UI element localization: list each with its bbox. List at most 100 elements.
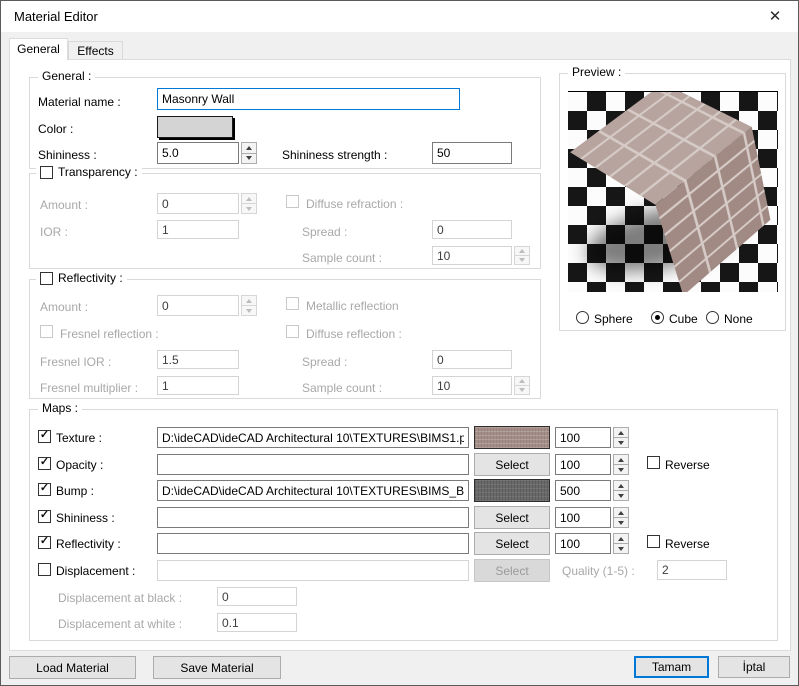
transparency-spread-input — [432, 220, 512, 239]
reflectivity-map-amount-spinner[interactable] — [613, 533, 629, 554]
radio-none[interactable] — [706, 311, 719, 324]
radio-sphere-label: Sphere — [594, 312, 633, 326]
color-swatch-button[interactable] — [157, 116, 233, 138]
shininess-map-label: Shininess : — [56, 511, 115, 525]
bump-amount-spinner[interactable] — [613, 480, 629, 501]
displacement-select-button: Select — [474, 559, 550, 582]
radio-none-label: None — [724, 312, 753, 326]
texture-path-input[interactable] — [157, 427, 469, 448]
spin-up-icon[interactable] — [613, 480, 629, 491]
shininess-map-checkbox[interactable]: ✓ — [38, 510, 51, 523]
reflectivity-checkbox[interactable] — [40, 272, 53, 285]
ok-button[interactable]: Tamam — [634, 656, 709, 678]
spin-up-icon[interactable] — [613, 533, 629, 544]
spin-down-icon[interactable] — [613, 491, 629, 501]
tab-effects[interactable]: Effects — [68, 41, 123, 60]
diffuse-reflection-checkbox — [286, 325, 299, 338]
spin-up-icon[interactable] — [613, 507, 629, 518]
opacity-select-button[interactable]: Select — [474, 453, 550, 476]
preview-render — [568, 91, 778, 292]
texture-amount-spinner[interactable] — [613, 427, 629, 448]
shininess-map-amount-input[interactable] — [555, 507, 611, 528]
reflectivity-map-amount-input[interactable] — [555, 533, 611, 554]
shininess-map-amount-spinner[interactable] — [613, 507, 629, 528]
spin-up-icon[interactable] — [241, 142, 257, 154]
spin-up-icon[interactable] — [613, 454, 629, 465]
group-reflectivity: Reflectivity : Amount : Metallic reflect… — [29, 279, 541, 399]
displacement-white-label: Displacement at white : — [58, 617, 182, 631]
transparency-amount-spinner — [241, 193, 257, 214]
spin-down-icon[interactable] — [613, 465, 629, 475]
transparency-sample-count-spinner — [514, 246, 530, 265]
opacity-checkbox[interactable]: ✓ — [38, 457, 51, 470]
texture-amount-input[interactable] — [555, 427, 611, 448]
shininess-strength-input[interactable] — [432, 142, 512, 164]
transparency-sample-count-label: Sample count : — [302, 251, 382, 265]
transparency-label: Transparency : — [58, 165, 138, 179]
displacement-checkbox[interactable] — [38, 563, 51, 576]
bump-preview-swatch[interactable] — [474, 479, 550, 502]
reflectivity-reverse-checkbox[interactable] — [647, 535, 660, 548]
spin-down-icon[interactable] — [613, 438, 629, 448]
opacity-reverse-checkbox[interactable] — [647, 456, 660, 469]
bump-path-input[interactable] — [157, 480, 469, 501]
reflectivity-label: Reflectivity : — [58, 271, 123, 285]
transparency-amount-input — [157, 193, 239, 214]
texture-preview-swatch[interactable] — [474, 426, 550, 449]
title-bar: Material Editor ✕ — [1, 1, 798, 32]
save-material-button[interactable]: Save Material — [153, 656, 281, 679]
opacity-amount-spinner[interactable] — [613, 454, 629, 475]
diffuse-refraction-label: Diffuse refraction : — [306, 197, 403, 211]
reflectivity-map-path-input[interactable] — [157, 533, 469, 554]
fresnel-reflection-checkbox — [40, 325, 53, 338]
shininess-spinner[interactable] — [241, 142, 257, 164]
spin-down-icon[interactable] — [241, 154, 257, 165]
transparency-amount-label: Amount : — [40, 198, 88, 212]
reflectivity-amount-input — [157, 295, 239, 316]
load-material-button[interactable]: Load Material — [9, 656, 136, 679]
shininess-input[interactable] — [157, 142, 239, 164]
group-general: General : Material name : Color : Shinin… — [29, 77, 541, 169]
radio-sphere[interactable] — [576, 311, 589, 324]
displacement-black-label: Displacement at black : — [58, 591, 182, 605]
spin-up-icon — [514, 376, 530, 386]
radio-cube[interactable] — [651, 311, 664, 324]
cancel-button[interactable]: İptal — [718, 656, 790, 678]
texture-checkbox[interactable]: ✓ — [38, 430, 51, 443]
spin-down-icon — [514, 256, 530, 265]
tab-general[interactable]: General — [9, 38, 68, 60]
group-maps-legend: Maps : — [38, 401, 82, 415]
spin-up-icon — [514, 246, 530, 256]
shininess-select-button[interactable]: Select — [474, 506, 550, 529]
fresnel-ior-label: Fresnel IOR : — [40, 355, 111, 369]
transparency-sample-count-input — [432, 246, 512, 265]
group-general-legend: General : — [38, 69, 95, 83]
transparency-checkbox[interactable] — [40, 166, 53, 179]
spin-down-icon[interactable] — [613, 518, 629, 528]
reflectivity-select-button[interactable]: Select — [474, 532, 550, 555]
shininess-label: Shininess : — [38, 148, 97, 162]
spin-up-icon — [241, 295, 257, 306]
opacity-reverse-label: Reverse — [665, 458, 710, 472]
reflectivity-sample-count-spinner — [514, 376, 530, 395]
opacity-amount-input[interactable] — [555, 454, 611, 475]
bump-label: Bump : — [56, 484, 94, 498]
bump-checkbox[interactable]: ✓ — [38, 483, 51, 496]
transparency-spread-label: Spread : — [302, 225, 347, 239]
close-icon[interactable]: ✕ — [764, 7, 786, 27]
material-name-input[interactable] — [157, 88, 460, 110]
bump-amount-input[interactable] — [555, 480, 611, 501]
fresnel-multiplier-input — [157, 376, 239, 395]
reflectivity-map-checkbox[interactable]: ✓ — [38, 536, 51, 549]
shininess-strength-label: Shininess strength : — [282, 148, 387, 162]
reflectivity-sample-count-input — [432, 376, 512, 395]
reflectivity-sample-count-label: Sample count : — [302, 381, 382, 395]
displacement-white-input — [217, 613, 297, 632]
texture-label: Texture : — [56, 431, 102, 445]
spin-up-icon[interactable] — [613, 427, 629, 438]
shininess-map-path-input[interactable] — [157, 507, 469, 528]
spin-down-icon[interactable] — [613, 544, 629, 554]
opacity-path-input[interactable] — [157, 454, 469, 475]
group-transparency: Transparency : Amount : IOR : Diffuse re… — [29, 173, 541, 269]
ior-input — [157, 220, 239, 239]
